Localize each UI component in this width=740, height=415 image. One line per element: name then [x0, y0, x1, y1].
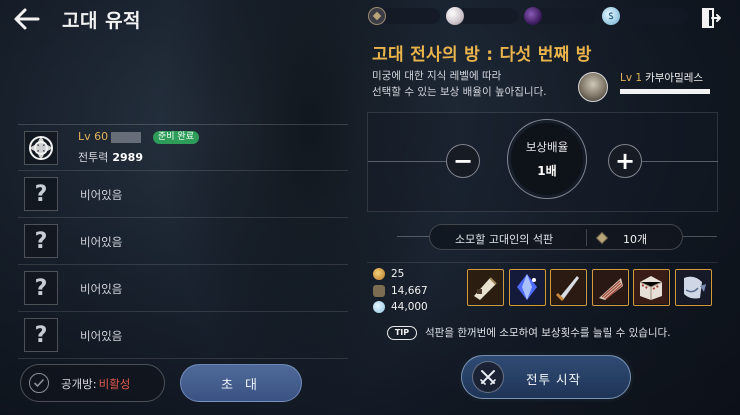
page-title: 고대 유적 — [62, 10, 142, 32]
public-room-status: 공개방: 비활성 — [61, 376, 130, 392]
invite-button[interactable]: 초 대 — [180, 364, 302, 402]
room-description-line-1: 미궁에 대한 지식 레벨에 따라 — [372, 70, 502, 82]
consume-tablet-row: 소모할 고대인의 석판 10개 — [397, 224, 717, 250]
reward-multiplier-panel: − 보상배율 1배 + — [367, 112, 718, 212]
representative-avatar — [578, 72, 608, 102]
ready-status-badge: 준비 완료 — [153, 131, 199, 144]
resource-pearl[interactable] — [446, 7, 518, 25]
back-arrow-icon[interactable] — [12, 6, 42, 32]
currency-silver: 44,000 — [373, 300, 428, 314]
representative-level: Lv 1 — [620, 72, 643, 84]
room-description-line-2: 선택할 수 있는 보상 배율이 높아집니다. — [372, 86, 547, 98]
public-room-value: 비활성 — [98, 377, 131, 391]
dagger-item-icon[interactable] — [550, 269, 587, 306]
multiplier-label: 보상배율 — [525, 140, 569, 154]
currency-silver-value: 44,000 — [391, 301, 428, 313]
divider-line — [397, 236, 429, 237]
empty-slot-label: 비어있음 — [80, 282, 123, 296]
representative-progress-bar — [620, 89, 710, 94]
silver-coin-icon — [373, 301, 385, 313]
resource-ancient-stone[interactable] — [368, 7, 440, 25]
tip-text: 석판을 한꺼번에 소모하여 보상횟수를 늘릴 수 있습니다. — [425, 327, 671, 339]
combat-power: 전투력 2989 — [78, 149, 143, 165]
consume-tablet-count: 10개 — [623, 233, 648, 246]
reward-item-list — [467, 269, 716, 306]
representative-name: 카부아밀레스 — [645, 72, 704, 84]
party-slot-2[interactable]: ? 비어있음 — [18, 171, 348, 218]
party-member-list: Lv 60 준비 완료 전투력 2989 ? 비어있음 ? 비어있음 ? 비어있음… — [18, 124, 348, 359]
scroll-item-icon[interactable] — [467, 269, 504, 306]
empty-slot-label: 비어있음 — [80, 329, 123, 343]
currency-gold: 25 — [373, 267, 404, 281]
decrease-multiplier-button[interactable]: − — [446, 144, 480, 178]
empty-slot-question-icon: ? — [24, 224, 58, 258]
currency-exp-value: 14,667 — [391, 285, 428, 297]
tip-badge: TIP — [387, 326, 417, 340]
pearl-icon — [446, 7, 464, 25]
public-room-toggle[interactable]: 공개방: 비활성 — [20, 364, 165, 402]
stone-icon — [368, 7, 386, 25]
consume-tablet-label: 소모할 고대인의 석판 — [455, 233, 554, 246]
party-slot-1[interactable]: Lv 60 준비 완료 전투력 2989 — [18, 124, 348, 171]
member-name-redacted — [111, 132, 141, 143]
party-slot-4[interactable]: ? 비어있음 — [18, 265, 348, 312]
divider-line — [683, 236, 717, 237]
currency-exp: 14,667 — [373, 284, 428, 298]
representative-info: Lv 1 카부아밀레스 — [620, 70, 703, 85]
multiplier-dial: 보상배율 1배 — [507, 119, 587, 199]
multiplier-display: 보상배율 1배 — [511, 123, 583, 195]
stone-tablet-icon — [595, 230, 609, 245]
empty-slot-question-icon: ? — [24, 177, 58, 211]
room-description: 미궁에 대한 지식 레벨에 따라 선택할 수 있는 보상 배율이 높아집니다. — [372, 68, 547, 100]
public-room-label: 공개방: — [61, 377, 97, 391]
empty-slot-question-icon: ? — [24, 318, 58, 352]
divider — [586, 229, 587, 246]
empty-slot-question-icon: ? — [24, 271, 58, 305]
fan-item-icon[interactable] — [591, 269, 629, 306]
class-emblem-icon — [24, 131, 58, 165]
silver-coin-icon — [602, 7, 620, 25]
currency-gold-value: 25 — [391, 268, 405, 280]
gauntlet-item-icon[interactable] — [674, 269, 712, 306]
check-icon — [29, 373, 49, 393]
combat-power-label: 전투력 — [78, 151, 109, 164]
divider-line — [640, 161, 718, 162]
start-battle-button[interactable]: 전투 시작 — [461, 355, 631, 399]
member-level: Lv 60 — [78, 130, 109, 143]
increase-multiplier-button[interactable]: + — [608, 144, 642, 178]
divider-line — [368, 161, 448, 162]
resource-silver[interactable] — [602, 7, 688, 25]
exp-icon — [373, 285, 385, 297]
orb-icon — [524, 7, 542, 25]
room-title: 고대 전사의 방 : 다섯 번째 방 — [372, 45, 592, 65]
exit-door-icon[interactable] — [700, 7, 722, 29]
gold-coin-icon — [373, 268, 385, 280]
empty-slot-label: 비어있음 — [80, 188, 123, 202]
combat-power-value: 2989 — [112, 151, 143, 164]
consume-tablet-selector[interactable]: 소모할 고대인의 석판 10개 — [429, 224, 683, 250]
multiplier-value: 1배 — [537, 164, 557, 178]
party-slot-5[interactable]: ? 비어있음 — [18, 312, 348, 359]
resource-dark-orb[interactable] — [524, 7, 596, 25]
crossed-swords-icon — [472, 361, 504, 393]
chest-item-icon[interactable] — [633, 269, 670, 306]
reward-preview-panel: 25 14,667 44,000 — [367, 262, 718, 314]
crystal-item-icon[interactable] — [508, 269, 546, 306]
empty-slot-label: 비어있음 — [80, 235, 123, 249]
party-slot-3[interactable]: ? 비어있음 — [18, 218, 348, 265]
start-battle-label: 전투 시작 — [526, 372, 581, 387]
